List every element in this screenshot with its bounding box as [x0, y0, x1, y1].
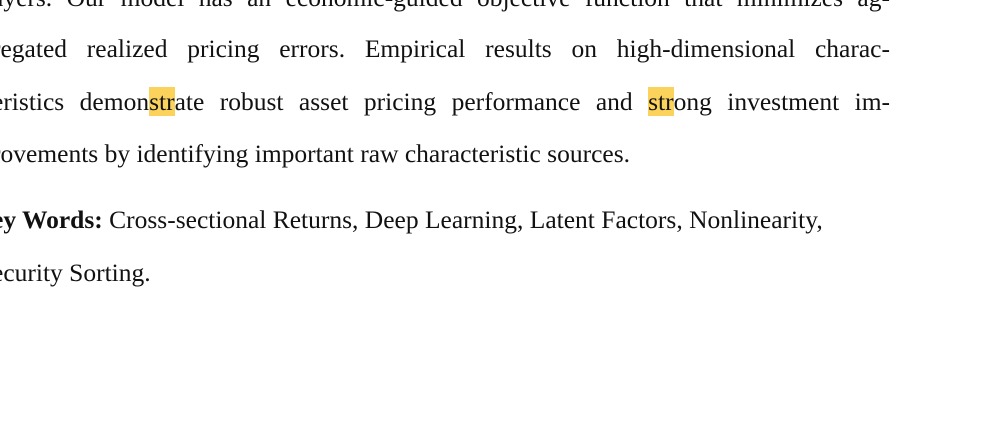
- abstract-line-2: eristics demonstrate robust asset pricin…: [0, 87, 890, 117]
- keywords-line: ey Words: Cross-sectional Returns, Deep …: [0, 205, 823, 235]
- search-highlight: str: [149, 87, 175, 116]
- abstract-line-1: regated realized pricing errors. Empiric…: [0, 34, 890, 63]
- keywords-text: Cross-sectional Returns, Deep Learning, …: [102, 205, 823, 234]
- text-segment: ong investment im-: [673, 87, 891, 116]
- document-page: ayers. Our model has an economic-guided …: [0, 0, 983, 429]
- text-segment: ate robust asset pricing performance and: [174, 87, 649, 116]
- text-segment: eristics demon: [0, 87, 150, 116]
- keywords-continuation: ecurity Sorting.: [0, 258, 151, 287]
- search-highlight: str: [648, 87, 674, 116]
- abstract-line-3: rovements by identifying important raw c…: [0, 139, 630, 168]
- abstract-line-0: ayers. Our model has an economic-guided …: [0, 0, 890, 13]
- keywords-label: ey Words:: [0, 205, 103, 234]
